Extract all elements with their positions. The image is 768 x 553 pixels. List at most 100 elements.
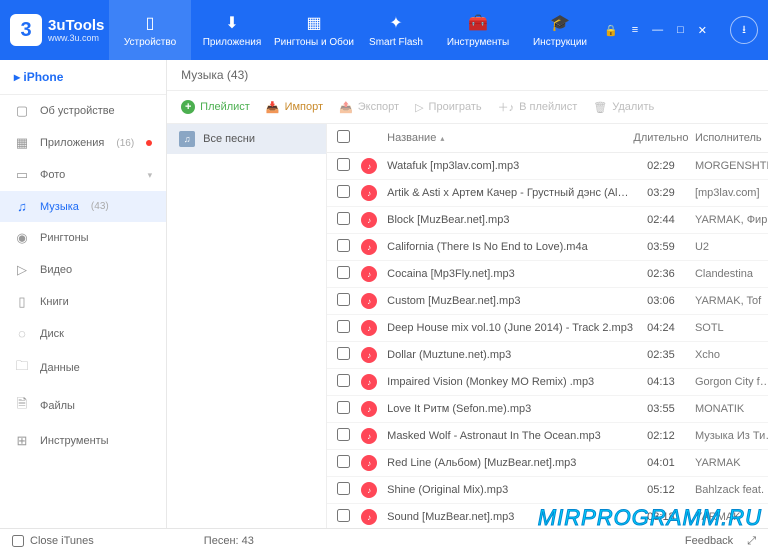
sidebar-item-Фото[interactable]: ▭Фото▾: [0, 159, 166, 191]
export-icon: 📤: [339, 101, 353, 114]
song-artist: U2: [689, 241, 768, 253]
table-row[interactable]: ♪ Masked Wolf - Astronaut In The Ocean.m…: [327, 423, 768, 450]
col-duration[interactable]: Длительно: [633, 132, 689, 144]
table-row[interactable]: ♪ Love It Ритм (Sefon.me).mp3 03:55 MONA…: [327, 396, 768, 423]
top-tab-0[interactable]: ▯Устройство: [109, 0, 191, 60]
feedback-link[interactable]: Feedback: [685, 535, 733, 548]
trash-icon: 🗑: [593, 101, 607, 114]
minimize-icon[interactable]: —: [649, 22, 666, 38]
close-itunes-checkbox[interactable]: [12, 535, 24, 547]
table-row[interactable]: ♪ Red Line (Альбом) [MuzBear.net].mp3 04…: [327, 450, 768, 477]
row-checkbox[interactable]: [337, 509, 350, 522]
song-duration: 04:24: [633, 322, 689, 334]
col-name[interactable]: Название▴: [383, 132, 633, 144]
row-checkbox[interactable]: [337, 239, 350, 252]
music-icon: ♪: [361, 401, 377, 417]
top-tab-1[interactable]: ⬇Приложения: [191, 0, 273, 60]
app-url: www.3u.com: [48, 33, 104, 43]
expand-icon[interactable]: ⤢: [747, 535, 756, 548]
table-header: Название▴ Длительно Исполнитель Размер: [327, 124, 768, 153]
lock-icon[interactable]: 🔒: [601, 22, 621, 39]
sidebar-item-Книги[interactable]: ▯Книги: [0, 286, 166, 318]
close-icon[interactable]: ✕: [695, 22, 710, 39]
play-button[interactable]: ▷Проиграть: [415, 101, 482, 114]
row-checkbox[interactable]: [337, 482, 350, 495]
row-checkbox[interactable]: [337, 212, 350, 225]
music-icon: ♪: [361, 293, 377, 309]
sidebar-icon: ▷: [14, 262, 30, 278]
row-checkbox[interactable]: [337, 374, 350, 387]
sidebar-item-Рингтоны[interactable]: ◉Рингтоны: [0, 222, 166, 254]
song-duration: 03:59: [633, 241, 689, 253]
table-row[interactable]: ♪ Block [MuzBear.net].mp3 02:44 YARMAK, …: [327, 207, 768, 234]
song-name: Love It Ритм (Sefon.me).mp3: [383, 403, 633, 415]
row-checkbox[interactable]: [337, 158, 350, 171]
song-duration: 04:01: [633, 457, 689, 469]
playlist-button[interactable]: +Плейлист: [181, 100, 250, 114]
song-name: Dollar (Muztune.net).mp3: [383, 349, 633, 361]
select-all-checkbox[interactable]: [337, 130, 350, 143]
table-row[interactable]: ♪ Deep House mix vol.10 (June 2014) - Tr…: [327, 315, 768, 342]
play-icon: ▷: [415, 101, 423, 114]
sidebar-item-Диск[interactable]: ◌Диск: [0, 318, 166, 349]
sidebar-item-Данные[interactable]: 🗀Данные: [0, 349, 166, 387]
download-button[interactable]: ⭳: [730, 16, 758, 44]
sidebar-icon: 🗎: [14, 395, 30, 417]
top-tab-2[interactable]: ▦Рингтоны и Обои: [273, 0, 355, 60]
sidebar-item-Об устройстве[interactable]: ▢Об устройстве: [0, 95, 166, 127]
top-tab-3[interactable]: ✦Smart Flash: [355, 0, 437, 60]
table-row[interactable]: ♪ Custom [MuzBear.net].mp3 03:06 YARMAK,…: [327, 288, 768, 315]
song-artist: Музыка Из Ти…: [689, 430, 768, 442]
row-checkbox[interactable]: [337, 428, 350, 441]
row-checkbox[interactable]: [337, 455, 350, 468]
app-header: 3 3uTools www.3u.com ▯Устройство⬇Приложе…: [0, 0, 768, 60]
sidebar-icon: ◉: [14, 230, 30, 246]
playlist-all-songs[interactable]: ♫ Все песни: [167, 124, 326, 154]
top-tab-4[interactable]: 🧰Инструменты: [437, 0, 519, 60]
song-duration: 02:36: [633, 268, 689, 280]
row-checkbox[interactable]: [337, 185, 350, 198]
table-row[interactable]: ♪ Watafuk [mp3lav.com].mp3 02:29 MORGENS…: [327, 153, 768, 180]
delete-button[interactable]: 🗑Удалить: [593, 101, 654, 114]
sidebar-device-header[interactable]: ▸ iPhone: [0, 60, 166, 95]
song-name: Watafuk [mp3lav.com].mp3: [383, 160, 633, 172]
table-row[interactable]: ♪ Shine (Original Mix).mp3 05:12 Bahlzac…: [327, 477, 768, 504]
sidebar-icon: ▢: [14, 103, 30, 119]
song-duration: 03:18: [633, 511, 689, 523]
menu-icon[interactable]: ≡: [629, 22, 641, 38]
sidebar-item-Музыка[interactable]: ♫Музыка(43): [0, 191, 166, 222]
table-row[interactable]: ♪ Dollar (Muztune.net).mp3 02:35 Xcho 5.…: [327, 342, 768, 369]
sidebar-icon: ▯: [14, 294, 30, 310]
col-artist[interactable]: Исполнитель: [689, 132, 768, 144]
main-panel: Музыка (43) +Плейлист 📥Импорт 📤Экспорт ▷…: [167, 60, 768, 528]
sidebar-item-Файлы[interactable]: 🗎Файлы: [0, 387, 166, 425]
table-row[interactable]: ♪ Artik & Asti x Артем Качер - Грустный …: [327, 180, 768, 207]
row-checkbox[interactable]: [337, 266, 350, 279]
sidebar-item-Приложения[interactable]: ▦Приложения(16): [0, 127, 166, 159]
import-button[interactable]: 📥Импорт: [266, 101, 323, 114]
row-checkbox[interactable]: [337, 320, 350, 333]
export-button[interactable]: 📤Экспорт: [339, 101, 399, 114]
table-row[interactable]: ♪ California (There Is No End to Love).m…: [327, 234, 768, 261]
to-playlist-button[interactable]: ＋♪В плейлист: [498, 99, 578, 115]
table-row[interactable]: ♪ Impaired Vision (Monkey MO Remix) .mp3…: [327, 369, 768, 396]
row-checkbox[interactable]: [337, 293, 350, 306]
row-checkbox[interactable]: [337, 401, 350, 414]
table-row[interactable]: ♪ Cocaina [Mp3Fly.net].mp3 02:36 Clandes…: [327, 261, 768, 288]
song-artist: Clandestina: [689, 268, 768, 280]
song-duration: 05:12: [633, 484, 689, 496]
music-icon: ♪: [361, 212, 377, 228]
sidebar-icon: ◌: [14, 326, 30, 341]
song-duration: 02:12: [633, 430, 689, 442]
sidebar-item-Инструменты[interactable]: ⊞Инструменты: [0, 425, 166, 457]
row-checkbox[interactable]: [337, 347, 350, 360]
song-name: Artik & Asti x Артем Качер - Грустный дэ…: [383, 187, 633, 199]
chevron-down-icon: ▾: [148, 170, 153, 181]
table-row[interactable]: ♪ Sound [MuzBear.net].mp3 03:18 YARMAK 7…: [327, 504, 768, 528]
song-name: Custom [MuzBear.net].mp3: [383, 295, 633, 307]
maximize-icon[interactable]: □: [674, 22, 687, 38]
song-name: Red Line (Альбом) [MuzBear.net].mp3: [383, 457, 633, 469]
sidebar-item-Видео[interactable]: ▷Видео: [0, 254, 166, 286]
song-name: Masked Wolf - Astronaut In The Ocean.mp3: [383, 430, 633, 442]
top-tab-5[interactable]: 🎓Инструкции: [519, 0, 601, 60]
